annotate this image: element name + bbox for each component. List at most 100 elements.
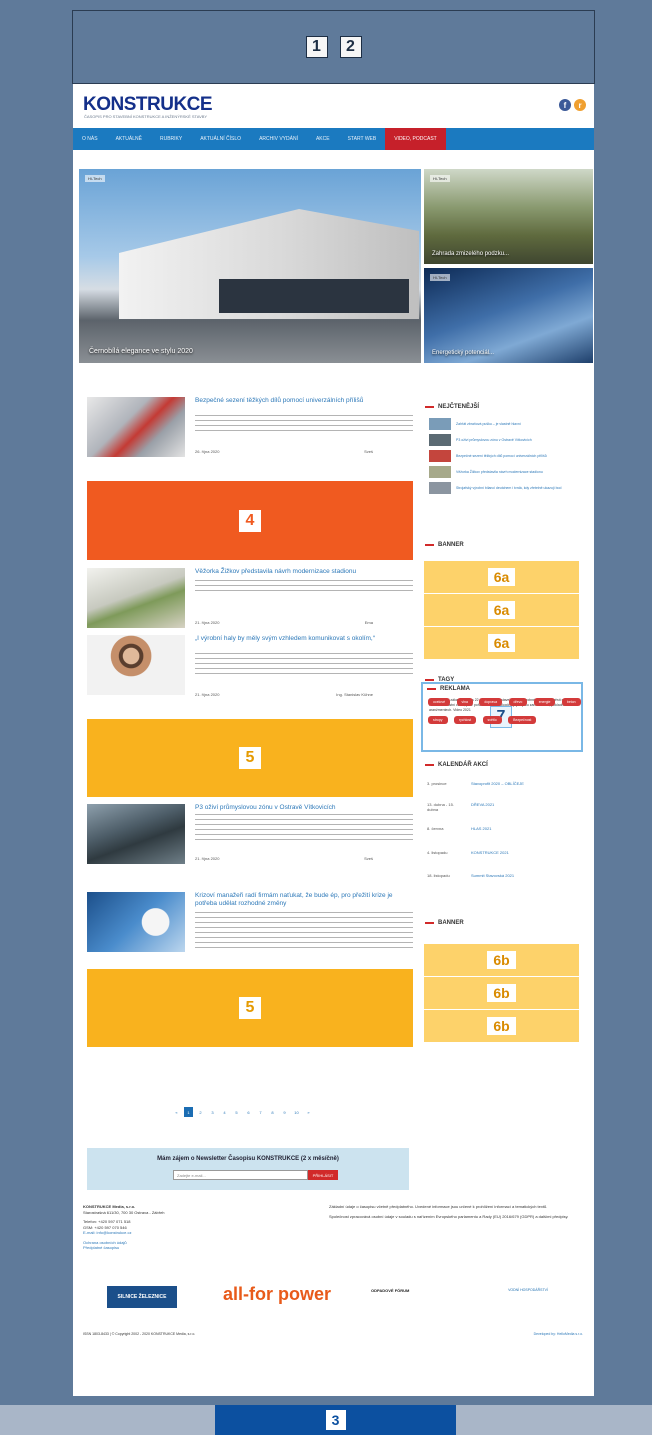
calendar-event[interactable]: 8. června HLAS 2021 bbox=[427, 826, 577, 831]
tag-pill[interactable]: energie bbox=[533, 698, 556, 706]
nav-item-akce[interactable]: AKCE bbox=[307, 128, 339, 150]
partner-logo-odpadove-forum[interactable]: ODPADOVÉ FÓRUM bbox=[371, 1288, 411, 1293]
tag-pill[interactable]: stropy bbox=[428, 716, 448, 724]
pagination-next[interactable]: » bbox=[304, 1107, 313, 1117]
article-title[interactable]: Krizoví manažeři radí firmám naťukat, že… bbox=[195, 892, 413, 908]
footer-developer[interactable]: Developed by: HelloMedia s.r.o. bbox=[534, 1332, 583, 1336]
pagination-page[interactable]: 4 bbox=[220, 1107, 229, 1117]
partner-logo-allforpower[interactable]: all-for power bbox=[223, 1284, 331, 1305]
newest-item[interactable]: P3 oživí průmyslovou zónu v Ostravě Vítk… bbox=[429, 434, 579, 446]
footer-link-subscription[interactable]: Předplatné časopisu bbox=[83, 1245, 243, 1251]
article-title[interactable]: Bezpečné sezení těžkých dílů pomocí univ… bbox=[195, 397, 413, 405]
calendar-event[interactable]: 3. prosince Stavoprofit 2020 – OBLÍČEJE bbox=[427, 781, 577, 786]
side-1-category-tag[interactable]: Hi-Tech bbox=[430, 175, 450, 182]
article-title[interactable]: P3 oživí průmyslovou zónu v Ostravě Vítk… bbox=[195, 804, 413, 812]
ad-slot-4[interactable]: 4 bbox=[87, 481, 413, 560]
article-author[interactable]: Ing. Stanislav Kühne bbox=[336, 692, 373, 697]
nav-item-aktualni-cislo[interactable]: AKTUÁLNÍ ČÍSLO bbox=[191, 128, 250, 150]
nav-item-start-web[interactable]: START WEB bbox=[339, 128, 386, 150]
nav-item-o-nas[interactable]: O NÁS bbox=[73, 128, 107, 150]
article-thumbnail[interactable] bbox=[87, 397, 185, 457]
article-date: 21. října 2020 bbox=[195, 692, 220, 697]
newest-item[interactable]: Věžorka Žižkov představila návrh moderni… bbox=[429, 466, 579, 478]
tag-pill[interactable]: světlo bbox=[482, 716, 502, 724]
side-1-caption[interactable]: Zahrada zmizelého podzku... bbox=[432, 251, 509, 257]
nav-item-aktualne[interactable]: AKTUÁLNĚ bbox=[107, 128, 151, 150]
newest-item[interactable]: Zahřát zbraňová pušku – je vlastně hlavn… bbox=[429, 418, 579, 430]
side-article-image-1[interactable]: Hi-Tech Zahrada zmizelého podzku... bbox=[424, 169, 593, 264]
sidebar-newest-heading: NEJČTENĚJŠÍ bbox=[425, 404, 479, 410]
tag-pill[interactable]: dřevo bbox=[508, 698, 528, 706]
ad-slot-5-bottom[interactable]: 5 bbox=[87, 969, 413, 1047]
article-author[interactable]: Sveš bbox=[364, 449, 373, 454]
pagination-page[interactable]: 3 bbox=[208, 1107, 217, 1117]
pagination-page[interactable]: 10 bbox=[292, 1107, 301, 1117]
article-thumbnail[interactable] bbox=[87, 635, 185, 695]
pagination-page[interactable]: 8 bbox=[268, 1107, 277, 1117]
nav-item-video-podcast[interactable]: VIDEO, PODCAST bbox=[385, 128, 446, 150]
pagination: « 1 2 3 4 5 6 7 8 9 10 » bbox=[172, 1107, 313, 1117]
side-2-category-tag[interactable]: Hi-Tech bbox=[430, 274, 450, 281]
pagination-page[interactable]: 6 bbox=[244, 1107, 253, 1117]
article-meta: 26. října 2020 Sveš bbox=[195, 449, 413, 454]
sidebar-newest-list: Zahřát zbraňová pušku – je vlastně hlavn… bbox=[429, 418, 579, 498]
article-author[interactable]: Sveš bbox=[364, 856, 373, 861]
banner-slot-6a[interactable]: 6a bbox=[424, 561, 579, 593]
banner-slot-6b[interactable]: 6b bbox=[424, 1010, 579, 1042]
tag-pill[interactable]: doprava bbox=[479, 698, 503, 706]
pagination-page[interactable]: 2 bbox=[196, 1107, 205, 1117]
hero-building-glass bbox=[219, 279, 409, 313]
calendar-event[interactable]: 18. listopadu Summit Stavovská 2021 bbox=[427, 873, 577, 878]
tag-pill[interactable]: ocelové bbox=[428, 698, 451, 706]
calendar-event[interactable]: 4. listopadu KONSTRUKCE 2021 bbox=[427, 850, 577, 855]
article-thumbnail[interactable] bbox=[87, 804, 185, 864]
article-title[interactable]: Věžorka Žižkov představila návrh moderni… bbox=[195, 568, 413, 576]
facebook-icon[interactable]: f bbox=[559, 99, 571, 111]
pagination-page[interactable]: 1 bbox=[184, 1107, 193, 1117]
newest-link[interactable]: Bezpečné sezení těžkých dílů pomocí univ… bbox=[456, 454, 576, 458]
newest-item[interactable]: Strojařský výrobní bilanci deutchem i tv… bbox=[429, 482, 579, 494]
pagination-prev[interactable]: « bbox=[172, 1107, 181, 1117]
newest-link[interactable]: Strojařský výrobní bilanci deutchem i tv… bbox=[456, 486, 576, 490]
slot-number-3: 3 bbox=[325, 1410, 346, 1430]
newest-link[interactable]: P3 oživí průmyslovou zónu v Ostravě Vítk… bbox=[456, 438, 576, 442]
newsletter-subscribe-button[interactable]: PŘIHLÁSIT bbox=[308, 1170, 338, 1180]
newest-link[interactable]: Věžorka Žižkov představila návrh moderni… bbox=[456, 470, 576, 474]
footer-email[interactable]: E-mail: info@konstrukce.cz bbox=[83, 1230, 243, 1236]
banner-slot-6a[interactable]: 6a bbox=[424, 627, 579, 659]
pagination-page[interactable]: 7 bbox=[256, 1107, 265, 1117]
article-title[interactable]: „I výrobní haly by měly svým vzhledem ko… bbox=[195, 635, 413, 643]
hero-article-image[interactable]: Hi-Tech Černobílá elegance ve stylu 2020 bbox=[79, 169, 421, 363]
tag-pill[interactable]: beton bbox=[561, 698, 581, 706]
top-banner-slot[interactable]: 1 2 bbox=[72, 10, 595, 84]
partner-logo-vodni[interactable]: VODNÍ HOSPODÁŘSTVÍ bbox=[503, 1288, 553, 1292]
tag-pill[interactable]: rychlost bbox=[453, 716, 477, 724]
tag-pill[interactable]: Bezpečnost bbox=[508, 716, 537, 724]
side-article-image-2[interactable]: Hi-Tech Energetický potenciál... bbox=[424, 268, 593, 363]
pagination-page[interactable]: 9 bbox=[280, 1107, 289, 1117]
rss-icon[interactable]: r bbox=[574, 99, 586, 111]
article-thumbnail[interactable] bbox=[87, 892, 185, 952]
banner-slot-6b[interactable]: 6b bbox=[424, 977, 579, 1009]
newsletter-email-input[interactable]: Zadejte e-mail... bbox=[173, 1170, 308, 1180]
slot-number-6a: 6a bbox=[487, 634, 516, 652]
hero-category-tag[interactable]: Hi-Tech bbox=[85, 175, 105, 182]
partner-logo-silnice[interactable]: SILNICE ŽELEZNICE bbox=[107, 1286, 177, 1308]
article-date: 21. října 2020 bbox=[195, 620, 220, 625]
newest-item[interactable]: Bezpečné sezení těžkých dílů pomocí univ… bbox=[429, 450, 579, 462]
hero-caption[interactable]: Černobílá elegance ve stylu 2020 bbox=[89, 348, 193, 355]
nav-item-archiv[interactable]: ARCHIV VYDÁNÍ bbox=[250, 128, 307, 150]
banner-slot-6b[interactable]: 6b bbox=[424, 944, 579, 976]
article-thumbnail[interactable] bbox=[87, 568, 185, 628]
banner-slot-6a[interactable]: 6a bbox=[424, 594, 579, 626]
nav-item-rubriky[interactable]: RUBRIKY bbox=[151, 128, 191, 150]
pagination-page[interactable]: 5 bbox=[232, 1107, 241, 1117]
side-2-caption[interactable]: Energetický potenciál... bbox=[432, 350, 494, 356]
calendar-event[interactable]: 13. dubna - 15. dubna DŘEVA 2021 bbox=[427, 802, 577, 812]
ad-slot-5-top[interactable]: 5 bbox=[87, 719, 413, 797]
tag-pill[interactable]: vlna bbox=[456, 698, 473, 706]
article-author[interactable]: Ema bbox=[365, 620, 373, 625]
newest-link[interactable]: Zahřát zbraňová pušku – je vlastně hlavn… bbox=[456, 422, 576, 426]
bottom-banner-slot[interactable]: 3 bbox=[215, 1405, 456, 1435]
site-logo[interactable]: KONSTRUKCE bbox=[83, 94, 213, 116]
